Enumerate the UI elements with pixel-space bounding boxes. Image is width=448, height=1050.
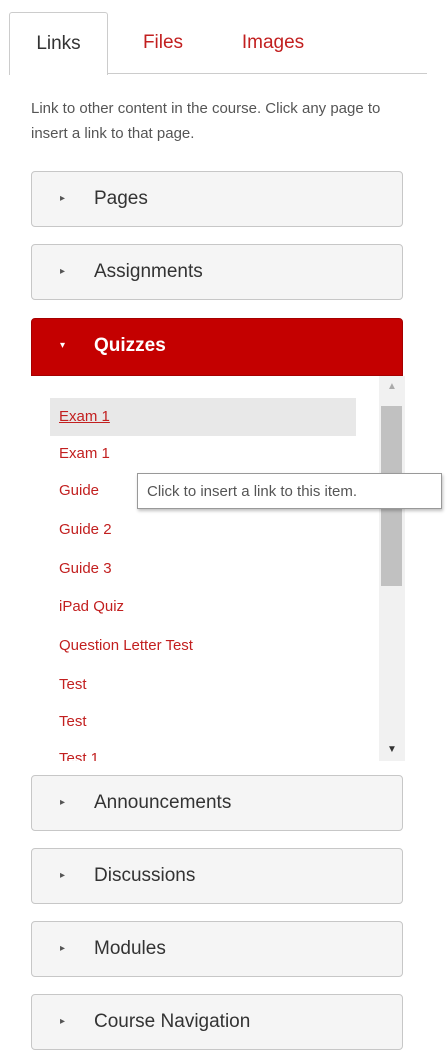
quiz-item[interactable]: Test 1 [50, 740, 356, 761]
section-label: Quizzes [94, 335, 166, 356]
caret-right-icon: ▸ [60, 193, 66, 204]
quiz-item[interactable]: Guide 3 [50, 550, 356, 588]
section-quizzes[interactable]: ▾ Quizzes [31, 318, 403, 376]
quiz-item[interactable]: Exam 1 [50, 435, 356, 473]
tab-bar: Links Files Images [9, 12, 427, 75]
caret-right-icon: ▸ [60, 870, 66, 881]
caret-right-icon: ▸ [60, 943, 66, 954]
quiz-list-scrollbar[interactable]: ▲ ▼ [379, 376, 405, 761]
quiz-item[interactable]: Guide 2 [50, 511, 356, 549]
quiz-list-panel: Exam 1 Exam 1 Guide Guide 2 Guide 3 iPad… [31, 376, 405, 761]
quiz-item[interactable]: Test [50, 666, 356, 704]
caret-right-icon: ▸ [60, 797, 66, 808]
quiz-item[interactable]: Exam 1 [50, 398, 356, 436]
links-description: Link to other content in the course. Cli… [31, 100, 381, 142]
caret-right-icon: ▸ [60, 1016, 66, 1027]
quiz-item[interactable]: Question Letter Test [50, 627, 356, 665]
caret-down-icon: ▾ [60, 340, 66, 351]
tab-files[interactable]: Files [133, 12, 193, 74]
scroll-down-arrow-icon[interactable]: ▼ [379, 739, 405, 761]
section-pages[interactable]: ▸ Pages [31, 171, 403, 227]
section-label: Pages [94, 188, 148, 209]
section-label: Modules [94, 938, 166, 959]
section-label: Assignments [94, 261, 203, 282]
tab-links[interactable]: Links [9, 12, 108, 75]
section-label: Announcements [94, 792, 232, 813]
scroll-up-arrow-icon[interactable]: ▲ [379, 376, 405, 398]
section-announcements[interactable]: ▸ Announcements [31, 775, 403, 831]
section-discussions[interactable]: ▸ Discussions [31, 848, 403, 904]
section-assignments[interactable]: ▸ Assignments [31, 244, 403, 300]
section-course-navigation[interactable]: ▸ Course Navigation [31, 994, 403, 1050]
quiz-item[interactable]: iPad Quiz [50, 588, 356, 626]
section-label: Course Navigation [94, 1011, 251, 1032]
tab-images[interactable]: Images [233, 12, 313, 74]
insert-link-tooltip: Click to insert a link to this item. [137, 473, 442, 509]
section-modules[interactable]: ▸ Modules [31, 921, 403, 977]
quiz-item[interactable]: Test [50, 703, 356, 741]
section-label: Discussions [94, 865, 196, 886]
caret-right-icon: ▸ [60, 266, 66, 277]
